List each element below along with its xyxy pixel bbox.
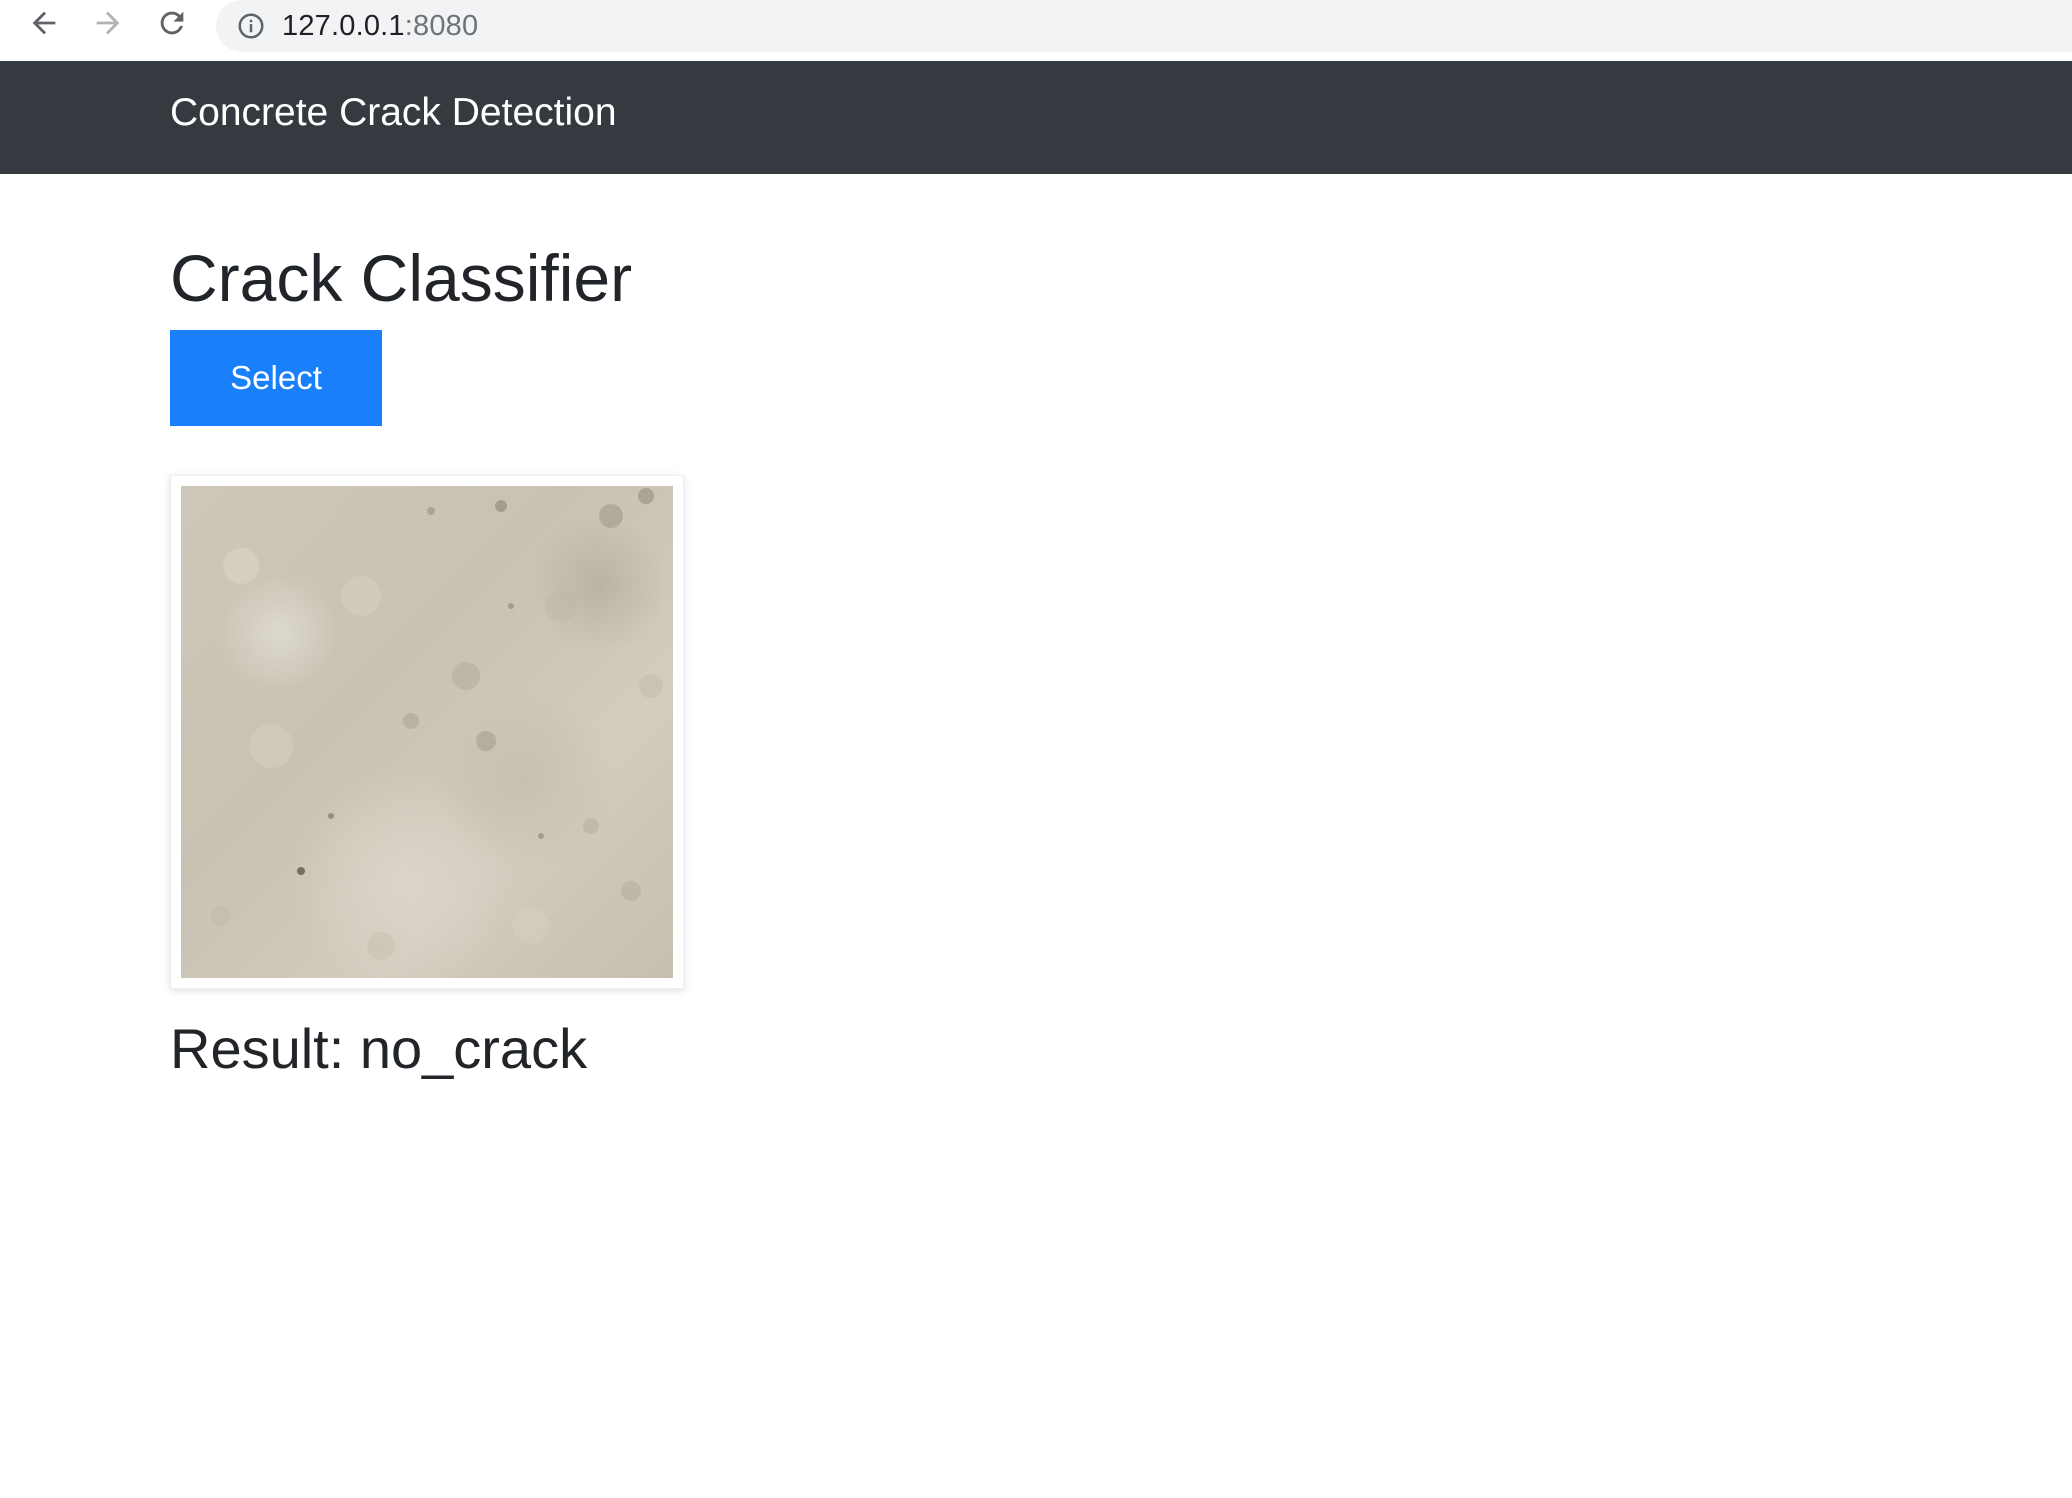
page-title: Crack Classifier (170, 241, 633, 315)
info-icon[interactable] (236, 11, 266, 41)
app-navbar: Concrete Crack Detection (0, 61, 2072, 174)
url-port: :8080 (404, 9, 479, 42)
concrete-texture (211, 488, 663, 960)
url-host: 127.0.0.1 (282, 9, 405, 42)
concrete-surface-image (181, 486, 673, 978)
image-preview-card (170, 475, 684, 989)
address-bar[interactable]: 127.0.0.1:8080 (216, 0, 2072, 52)
forward-arrow-icon[interactable] (88, 3, 128, 43)
navbar-brand[interactable]: Concrete Crack Detection (170, 91, 617, 135)
result-text: Result: no_crack (170, 1017, 588, 1080)
browser-toolbar: 127.0.0.1:8080 (0, 0, 2072, 61)
reload-icon[interactable] (152, 3, 192, 43)
select-button[interactable]: Select (170, 330, 382, 426)
url-text: 127.0.0.1:8080 (282, 10, 478, 43)
back-arrow-icon[interactable] (24, 3, 64, 43)
